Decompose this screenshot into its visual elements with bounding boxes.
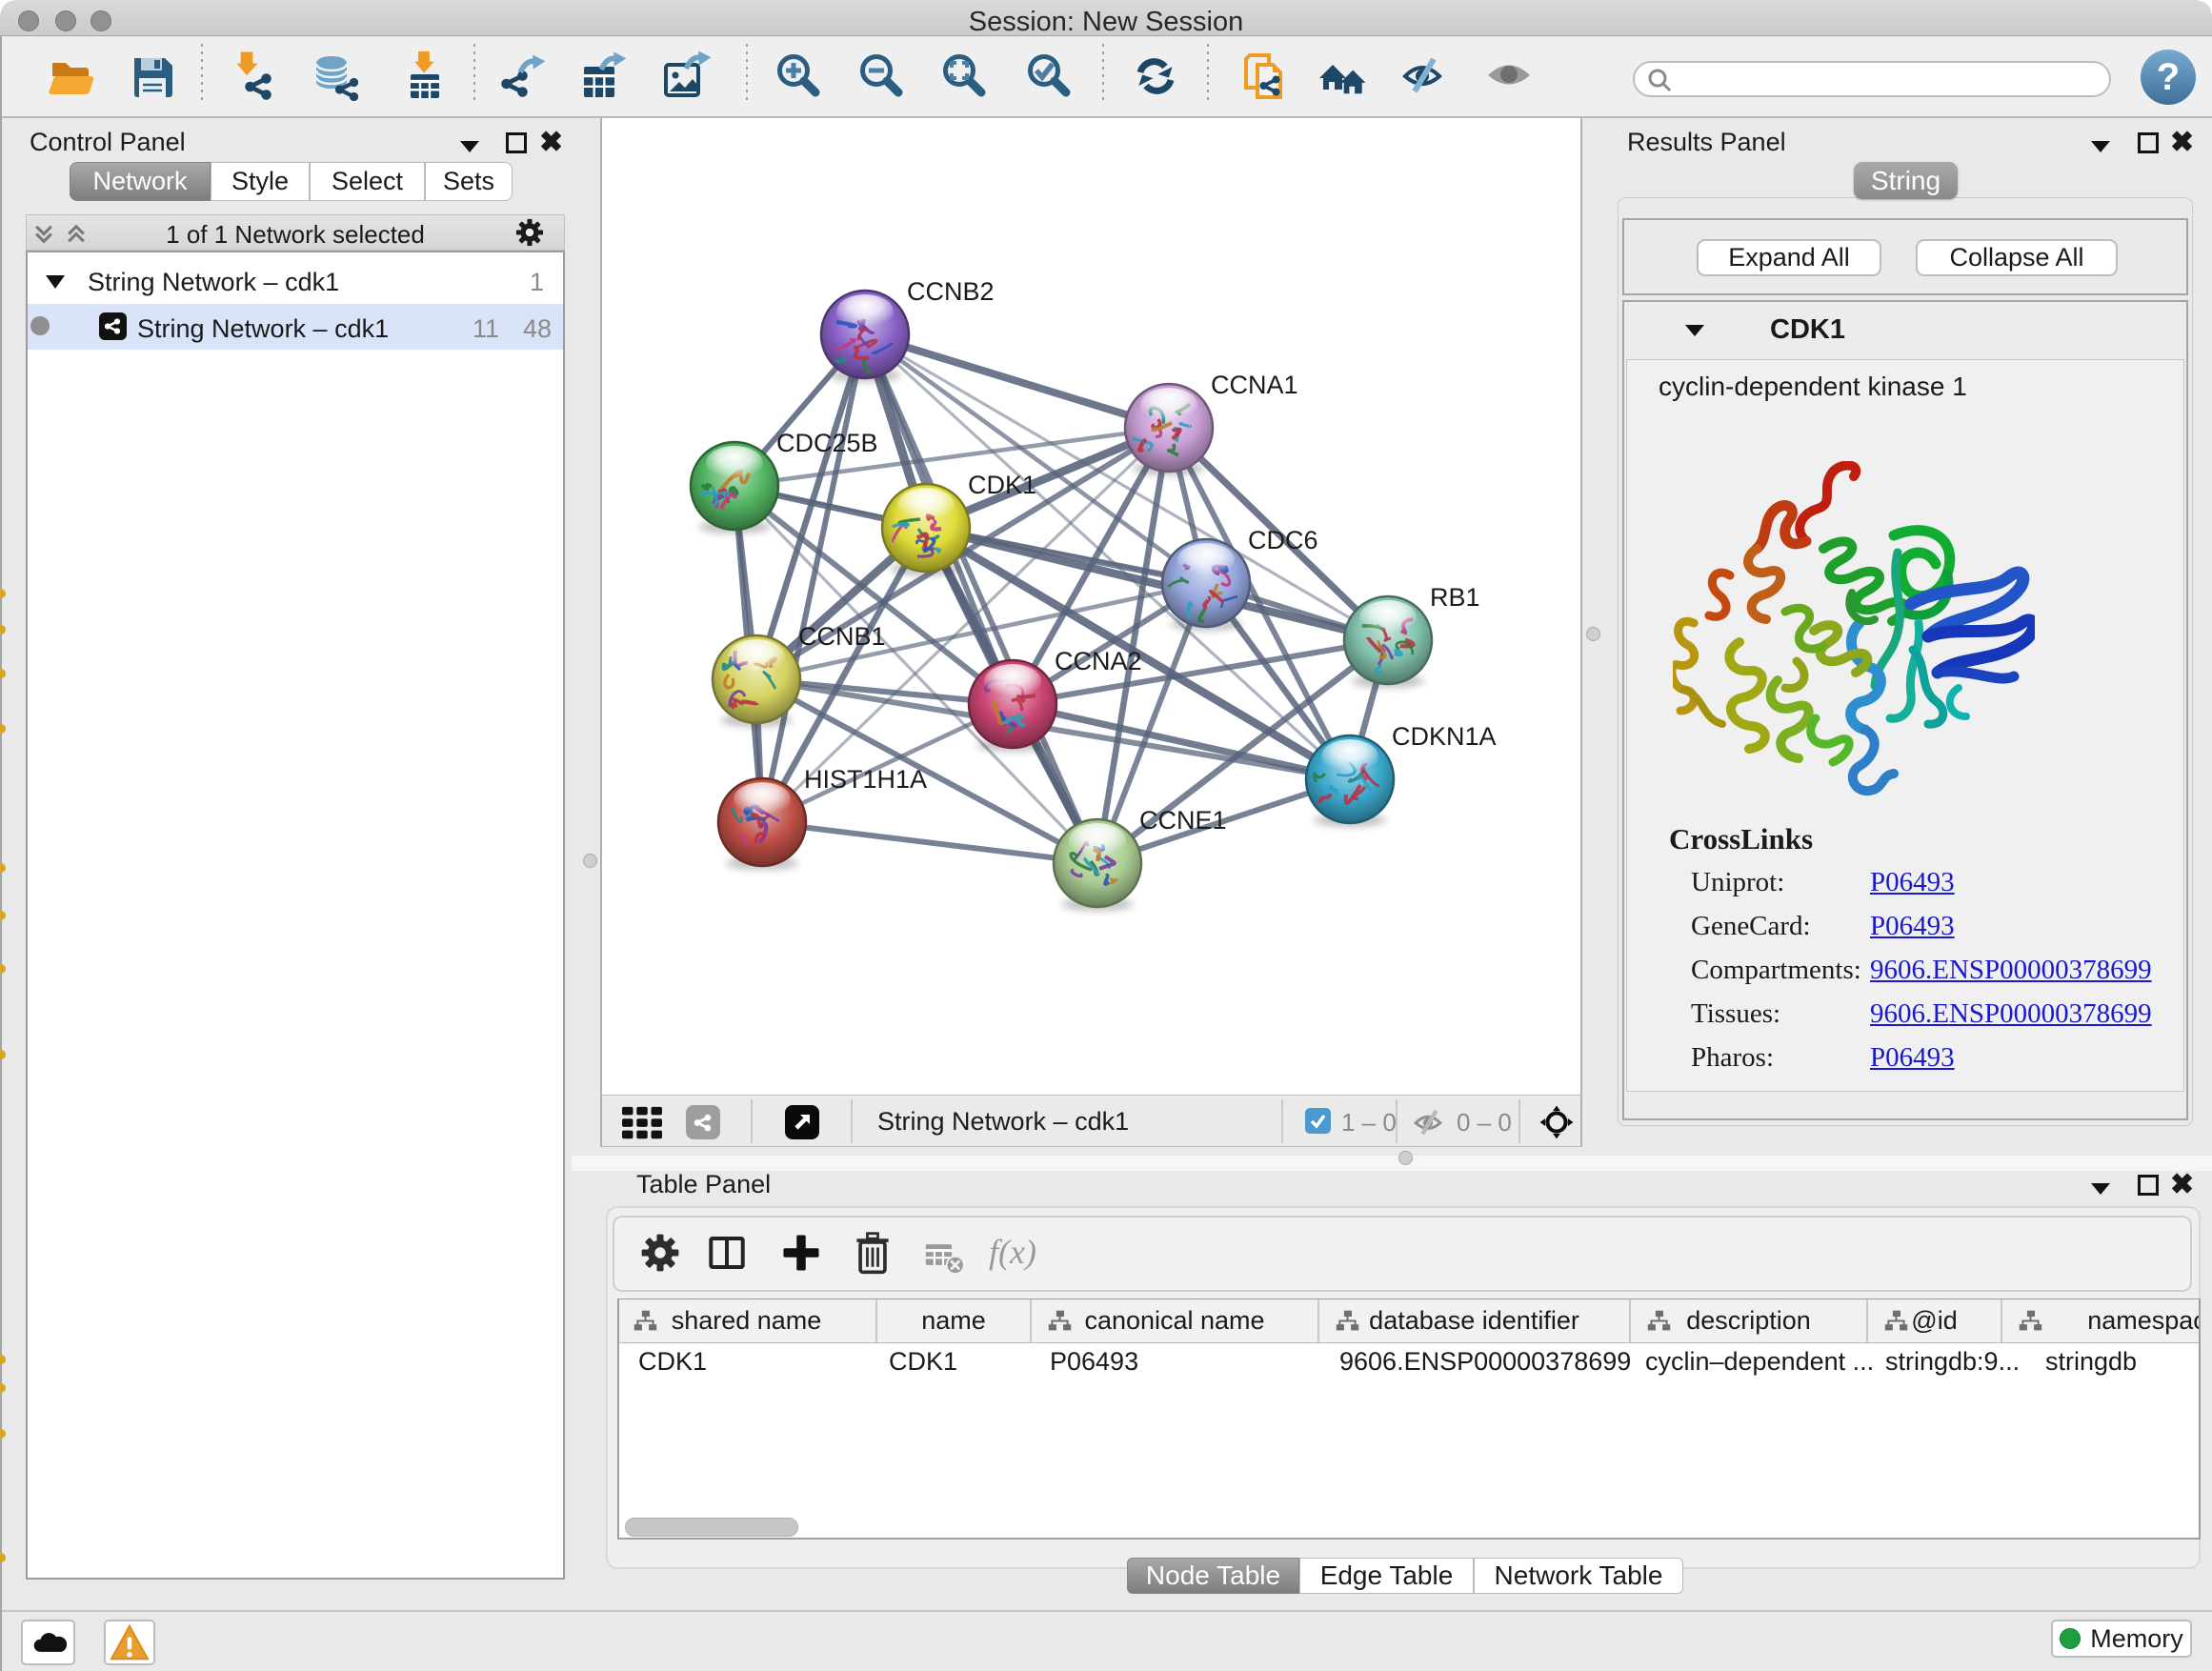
svg-text:CCNE1: CCNE1 <box>1139 806 1227 835</box>
svg-text:CDK1: CDK1 <box>968 471 1036 499</box>
svg-text:CCNA2: CCNA2 <box>1055 647 1142 675</box>
svg-text:HIST1H1A: HIST1H1A <box>804 765 927 794</box>
svg-text:CCNA1: CCNA1 <box>1211 371 1298 399</box>
svg-text:CDC25B: CDC25B <box>776 429 878 457</box>
svg-text:RB1: RB1 <box>1430 583 1480 612</box>
svg-text:CDKN1A: CDKN1A <box>1392 722 1497 751</box>
svg-text:CDC6: CDC6 <box>1248 526 1318 554</box>
svg-text:CCNB2: CCNB2 <box>907 277 995 306</box>
svg-text:CCNB1: CCNB1 <box>798 622 886 651</box>
